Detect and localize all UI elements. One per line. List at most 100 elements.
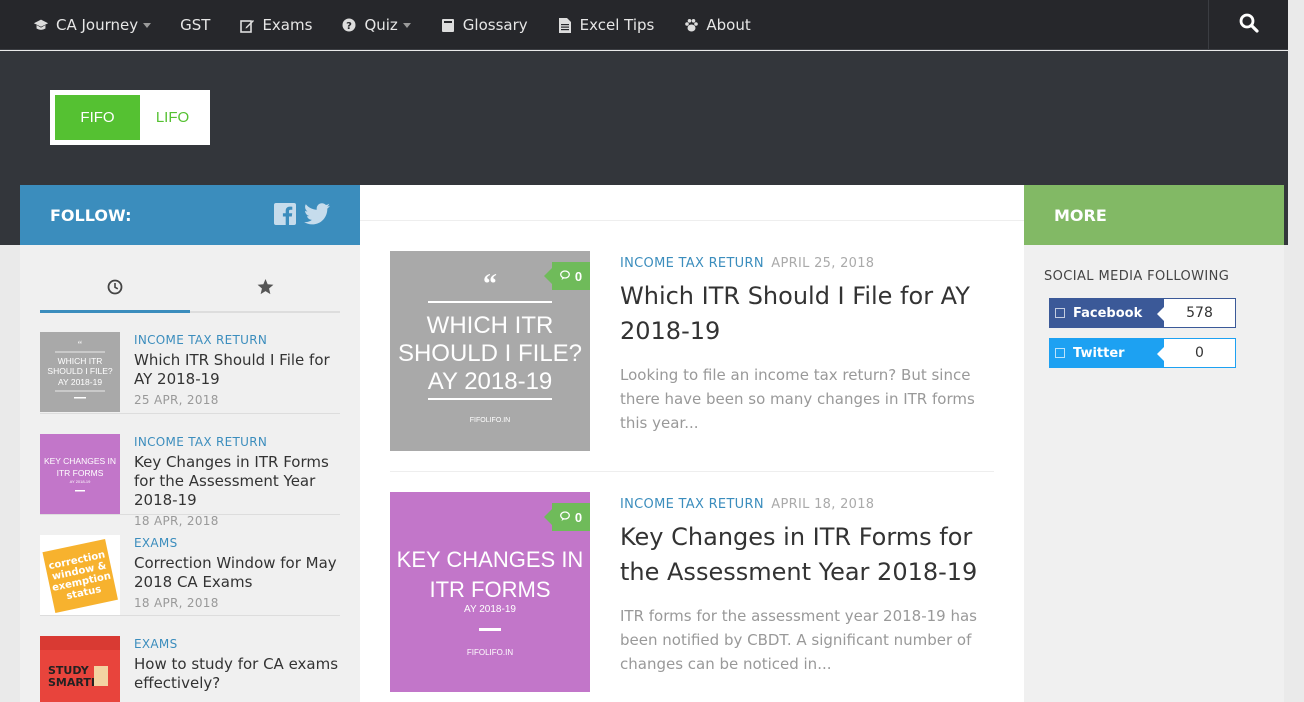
left-sidebar: FOLLOW: “ WHICH ITR SHOULD I FILE? AY 20… [20,185,360,702]
edit-icon [239,17,255,33]
post-category[interactable]: INCOME TAX RETURN [134,333,340,347]
more-label: MORE [1054,205,1107,225]
search-button[interactable] [1208,0,1288,50]
post-title[interactable]: Key Changes in ITR Forms for the Assessm… [620,520,994,590]
post-thumbnail[interactable]: correction window & exemption status [40,535,120,615]
chevron-down-icon [402,22,411,28]
content-header [360,185,1024,221]
comment-count-badge[interactable]: 0 [544,503,590,531]
post-title[interactable]: How to study for CA exams effectively? [134,655,340,693]
image-line: KEY CHANGES IN [397,547,584,572]
image-site: FIFOLIFO.IN [467,648,513,657]
site-logo[interactable]: FIFO LIFO [50,90,210,145]
facebook-counter[interactable]: Facebook 578 [1049,298,1236,328]
post-title[interactable]: Key Changes in ITR Forms for the Assessm… [134,453,340,510]
post-date: APRIL 18, 2018 [771,497,875,512]
clock-icon [107,279,123,299]
image-line: AY 2018-19 [428,368,553,395]
image-line: ITR FORMS [430,577,551,602]
social-links [274,203,330,229]
thumb-line: AY 2018-19 [58,377,102,387]
comment-count: 0 [574,268,583,284]
post-excerpt: Looking to file an income tax return? Bu… [620,366,975,432]
post-card: “ WHICH ITR SHOULD I FILE? AY 2018-19 FI… [390,251,994,472]
nav-item-exams[interactable]: Exams [239,16,312,34]
svg-text:?: ? [347,21,353,32]
post-thumbnail[interactable]: KEY CHANGES IN ITR FORMS AY 2018-19 [40,434,120,514]
top-navbar: CA Journey GST Exams ? Quiz Glossary Exc… [0,0,1288,50]
star-icon [257,279,274,299]
post-category[interactable]: INCOME TAX RETURN [620,256,764,271]
comments-icon [559,510,572,525]
thumb-line: ITR FORMS [57,468,104,478]
thumb-line: AY 2018-19 [70,479,92,484]
facebook-icon [1055,308,1065,318]
follow-label: FOLLOW: [50,205,132,225]
more-bar: MORE [1024,185,1284,245]
nav-item-label: GST [180,16,211,34]
image-line: SHOULD I FILE? [398,340,582,367]
twitter-button[interactable]: Twitter [1049,338,1164,368]
recent-posts-list: “ WHICH ITR SHOULD I FILE? AY 2018-19 IN… [40,313,340,702]
post-thumbnail[interactable]: STUDY SMARTLY [40,636,120,702]
graduation-cap-icon [33,17,49,33]
nav-item-gst[interactable]: GST [180,16,210,34]
svg-text:“: “ [483,269,497,300]
nav-item-ca-journey[interactable]: CA Journey [33,16,152,34]
post-excerpt: ITR forms for the assessment year 2018-1… [620,607,977,673]
post-title[interactable]: Which ITR Should I File for AY 2018-19 [134,351,340,389]
page-edge [1288,0,1304,245]
twitter-icon [1055,348,1065,358]
facebook-icon[interactable] [274,203,296,229]
twitter-counter[interactable]: Twitter 0 [1049,338,1236,368]
paw-icon [683,17,699,33]
post-category[interactable]: INCOME TAX RETURN [134,435,340,449]
post-title[interactable]: Which ITR Should I File for AY 2018-19 [620,279,994,349]
twitter-icon[interactable] [304,203,330,229]
post-category[interactable]: EXAMS [134,637,340,651]
list-item[interactable]: STUDY SMARTLY EXAMS How to study for CA … [40,616,340,702]
main-content: “ WHICH ITR SHOULD I FILE? AY 2018-19 FI… [360,185,1024,702]
thumb-line: SHOULD I FILE? [47,366,112,376]
post-category[interactable]: INCOME TAX RETURN [620,497,764,512]
tab-popular[interactable] [190,267,340,311]
nav-item-label: Glossary [462,16,528,34]
post-image[interactable]: “ WHICH ITR SHOULD I FILE? AY 2018-19 FI… [390,251,590,451]
list-item[interactable]: KEY CHANGES IN ITR FORMS AY 2018-19 INCO… [40,414,340,528]
post-category[interactable]: EXAMS [134,536,340,550]
nav-item-label: Quiz [364,16,398,34]
post-thumbnail[interactable]: “ WHICH ITR SHOULD I FILE? AY 2018-19 [40,332,120,412]
nav-item-quiz[interactable]: ? Quiz [341,16,411,34]
comment-count-badge[interactable]: 0 [544,262,590,290]
thumb-line: WHICH ITR [58,356,103,366]
image-site: FIFOLIFO.IN [470,417,510,424]
sidebar-tabs [40,267,340,313]
nav-item-about[interactable]: About [683,16,751,34]
list-item[interactable]: “ WHICH ITR SHOULD I FILE? AY 2018-19 IN… [40,313,340,414]
nav-item-excel-tips[interactable]: Excel Tips [557,16,654,34]
post-date: 25 APR, 2018 [134,393,219,407]
chevron-down-icon [143,22,152,28]
question-circle-icon: ? [341,17,357,33]
nav-item-label: CA Journey [56,16,139,34]
thumb-line: KEY CHANGES IN [44,456,116,466]
nav-item-label: About [706,16,751,34]
nav-item-glossary[interactable]: Glossary [440,16,528,34]
post-card: KEY CHANGES IN ITR FORMS AY 2018-19 FIFO… [390,492,994,702]
post-image[interactable]: KEY CHANGES IN ITR FORMS AY 2018-19 FIFO… [390,492,590,692]
comment-count: 0 [574,509,583,525]
follow-bar: FOLLOW: [20,185,360,245]
social-media-widget: SOCIAL MEDIA FOLLOWING Facebook 578 Twit… [1024,245,1284,368]
main-menu: CA Journey GST Exams ? Quiz Glossary Exc… [0,0,1288,50]
tab-recent[interactable] [40,267,190,313]
file-text-icon [557,17,573,33]
right-sidebar: MORE SOCIAL MEDIA FOLLOWING Facebook 578… [1024,185,1284,702]
search-icon [1239,13,1259,37]
twitter-count: 0 [1157,338,1236,368]
book-icon [440,17,456,33]
post-title[interactable]: Correction Window for May 2018 CA Exams [134,554,340,592]
comments-icon [559,269,572,284]
svg-text:“: “ [78,340,83,351]
facebook-button[interactable]: Facebook [1049,298,1164,328]
list-item[interactable]: correction window & exemption status EXA… [40,515,340,616]
